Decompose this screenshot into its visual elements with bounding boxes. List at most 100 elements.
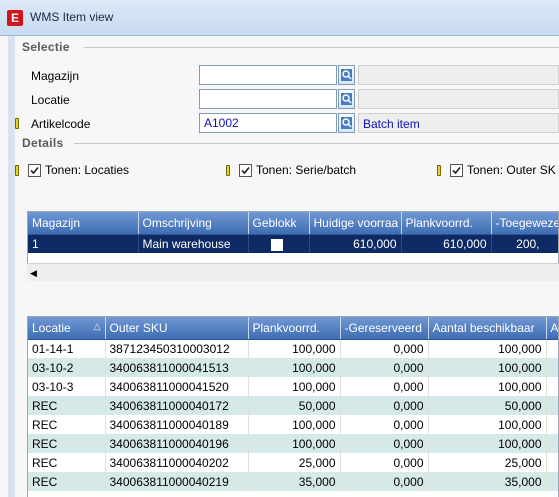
column-header[interactable]: Outer SKU: [105, 317, 249, 340]
cell: [546, 453, 558, 472]
app-logo-icon: E: [7, 10, 23, 26]
column-header[interactable]: Plankvoorrd.: [401, 212, 492, 235]
artikelcode-label: Artikelcode: [31, 117, 91, 131]
table-row[interactable]: REC 340063811000040189 100,000 0,000 100,0…: [28, 415, 558, 434]
cell: 0,000: [340, 472, 429, 491]
column-header[interactable]: Aantal beschikbaar: [428, 317, 547, 340]
geblokkeerd-checkbox[interactable]: [270, 238, 283, 251]
checkbox-tonen-outer-sku[interactable]: [450, 164, 463, 177]
artikelcode-lookup-button[interactable]: [338, 113, 355, 133]
magazijn-label: Magazijn: [31, 69, 80, 83]
checkbox-tonen-serie-batch[interactable]: [239, 164, 252, 177]
column-header[interactable]: Huidige voorraa: [309, 212, 402, 235]
left-border-strip: [8, 36, 15, 497]
cell: 0,000: [340, 358, 429, 377]
checkmark-icon: [241, 166, 250, 175]
cell: 0,000: [340, 453, 429, 472]
check-label: Tonen: Serie/batch: [256, 163, 357, 177]
cell: 610,000: [309, 234, 402, 253]
location-grid[interactable]: Locatie △ Outer SKU Plankvoorrd. -Gereser…: [27, 316, 559, 497]
cell: REC: [28, 434, 106, 453]
cell: REC: [28, 396, 106, 415]
cell: 50,000: [248, 396, 341, 415]
cell: 35,000: [428, 472, 547, 491]
cell: 200,: [491, 234, 558, 253]
lookup-icon: [341, 117, 352, 129]
column-header[interactable]: Omschrijving: [138, 212, 249, 235]
cell: 340063811000040202: [105, 453, 249, 472]
grid-header-row: Magazijn Omschrijving Geblokk Huidige vo…: [28, 212, 558, 235]
cell: [546, 339, 558, 358]
table-row[interactable]: 03-10-3 340063811000041520 100,000 0,000 1…: [28, 377, 558, 396]
cell: 340063811000041520: [105, 377, 249, 396]
cell: 0,000: [340, 396, 429, 415]
checkbox-tonen-locaties[interactable]: [28, 164, 41, 177]
geblokkeerd-cell[interactable]: [248, 234, 310, 253]
table-row[interactable]: REC 340063811000040196 100,000 0,000 100,0…: [28, 434, 558, 453]
table-row[interactable]: 03-10-2 340063811000041513 100,000 0,000 1…: [28, 358, 558, 377]
column-header[interactable]: Geblokk: [248, 212, 310, 235]
required-marker: [226, 165, 230, 176]
section-header-selectie: Selectie: [22, 40, 70, 54]
cell: 100,000: [428, 415, 547, 434]
cell: 100,000: [428, 358, 547, 377]
column-header[interactable]: -Toegeweze: [491, 212, 558, 235]
cell: [546, 396, 558, 415]
column-header[interactable]: Locatie △: [28, 317, 106, 340]
sort-ascending-icon: △: [93, 321, 101, 331]
cell: [546, 472, 558, 491]
locatie-lookup-button[interactable]: [338, 89, 355, 109]
required-marker: [437, 165, 441, 176]
column-header[interactable]: A: [546, 317, 558, 340]
cell: 100,000: [428, 339, 547, 358]
cell: 610,000: [401, 234, 492, 253]
cell: 340063811000040189: [105, 415, 249, 434]
magazijn-input[interactable]: [199, 65, 337, 85]
scroll-left-arrow-icon[interactable]: ◀: [30, 268, 37, 279]
cell: 340063811000040172: [105, 396, 249, 415]
checkmark-icon: [30, 166, 39, 175]
checkmark-icon: [452, 166, 461, 175]
magazijn-lookup-button[interactable]: [338, 65, 355, 85]
section-header-details: Details: [22, 136, 64, 150]
cell: [546, 415, 558, 434]
cell: REC: [28, 453, 106, 472]
cell: 100,000: [428, 377, 547, 396]
cell: 0,000: [340, 434, 429, 453]
table-row[interactable]: REC 340063811000040172 50,000 0,000 50,000: [28, 396, 558, 415]
horizontal-scrollbar[interactable]: ◀: [27, 263, 559, 281]
locatie-input[interactable]: [199, 89, 337, 109]
table-row[interactable]: REC 340063811000040219 35,000 0,000 35,000: [28, 472, 558, 491]
cell: 340063811000040219: [105, 472, 249, 491]
cell: [546, 377, 558, 396]
cell: 340063811000041513: [105, 358, 249, 377]
cell: 340063811000040196: [105, 434, 249, 453]
locatie-label: Locatie: [31, 93, 70, 107]
cell: 25,000: [248, 453, 341, 472]
lookup-icon: [341, 69, 352, 81]
lookup-icon: [341, 93, 352, 105]
table-row[interactable]: REC 340063811000040202 25,000 0,000 25,000: [28, 453, 558, 472]
required-marker: [15, 165, 19, 176]
artikelcode-input[interactable]: [199, 113, 337, 133]
cell: 0,000: [340, 339, 429, 358]
table-row[interactable]: 1 Main warehouse 610,000 610,000 200,: [28, 234, 558, 253]
cell: 387123450310003012: [105, 339, 249, 358]
column-header[interactable]: Plankvoorrd.: [248, 317, 341, 340]
cell: [546, 434, 558, 453]
cell: 01-14-1: [28, 339, 106, 358]
table-row[interactable]: 01-14-1 387123450310003012 100,000 0,000 1…: [28, 339, 558, 358]
window-title: WMS Item view: [30, 10, 114, 24]
cell: 100,000: [428, 434, 547, 453]
cell: 1: [28, 234, 139, 253]
column-header[interactable]: -Gereserveerd: [340, 317, 429, 340]
cell: 03-10-2: [28, 358, 106, 377]
cell: 0,000: [340, 377, 429, 396]
section-divider: [84, 47, 559, 48]
section-divider: [74, 143, 559, 144]
cell: REC: [28, 472, 106, 491]
cell: 25,000: [428, 453, 547, 472]
column-header[interactable]: Magazijn: [28, 212, 139, 235]
cell: 100,000: [248, 339, 341, 358]
column-header-label: Locatie: [32, 320, 71, 335]
